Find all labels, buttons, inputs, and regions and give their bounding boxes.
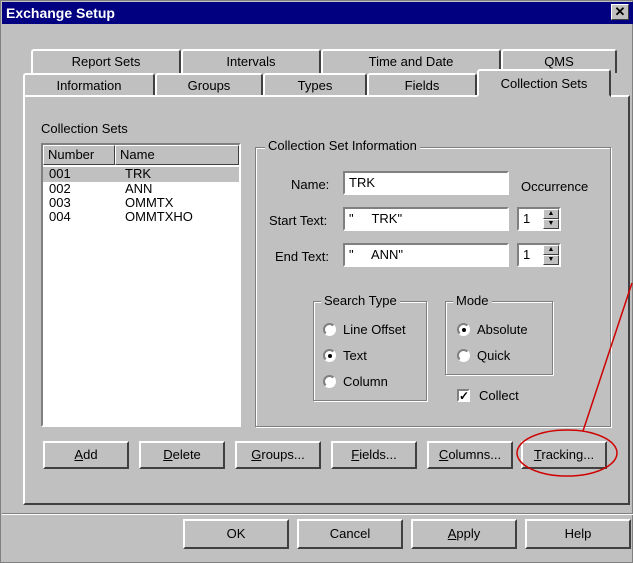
exchange-setup-window: Exchange Setup ✕ Report Sets Intervals T… xyxy=(0,0,633,563)
search-type-title: Search Type xyxy=(321,294,400,308)
row-number: 004 xyxy=(49,209,71,224)
add-label: dd xyxy=(83,447,98,462)
row-number: 003 xyxy=(49,195,71,210)
fields-button[interactable]: Fields... xyxy=(331,441,417,469)
start-text-field[interactable]: " TRK" xyxy=(343,207,509,231)
groups-label: roups... xyxy=(261,447,305,462)
end-text-field[interactable]: " ANN" xyxy=(343,243,509,267)
fields-mnemonic: F xyxy=(351,447,360,462)
close-icon[interactable]: ✕ xyxy=(611,4,629,20)
delete-button[interactable]: Delete xyxy=(139,441,225,469)
radio-quick[interactable] xyxy=(457,349,470,362)
cancel-button[interactable]: Cancel xyxy=(297,519,403,549)
absolute-label: Absolute xyxy=(477,322,528,337)
row-name: TRK xyxy=(125,166,151,181)
fields-label: ields... xyxy=(359,447,397,462)
delete-mnemonic: D xyxy=(163,447,173,462)
mode-title: Mode xyxy=(453,294,492,308)
row-name: ANN xyxy=(125,181,153,196)
radio-column[interactable] xyxy=(323,375,336,388)
row-number: 002 xyxy=(49,181,71,196)
spin-up-icon[interactable]: ▲ xyxy=(543,245,559,255)
collection-sets-panel: Collection Sets Number Name 001 TRK 002 … xyxy=(23,95,630,505)
delete-label: elete xyxy=(172,447,201,462)
groups-button[interactable]: Groups... xyxy=(235,441,321,469)
list-row[interactable]: 004 OMMTXHO xyxy=(43,210,239,225)
text-label: Text xyxy=(343,348,367,363)
tracking-label: racking... xyxy=(541,447,595,462)
collection-sets-list[interactable]: Number Name 001 TRK 002 ANN 003 OMMTX 00… xyxy=(41,143,241,427)
tab-types[interactable]: Types xyxy=(263,73,367,97)
spin-down-icon[interactable]: ▼ xyxy=(543,255,559,265)
list-row[interactable]: 001 TRK xyxy=(43,167,239,182)
column-header-name[interactable]: Name xyxy=(115,145,239,165)
radio-line-offset[interactable] xyxy=(323,323,336,336)
columns-button[interactable]: Columns... xyxy=(427,441,513,469)
apply-label: pply xyxy=(456,526,481,541)
row-name: OMMTX xyxy=(125,195,174,210)
tab-collection-sets[interactable]: Collection Sets xyxy=(477,69,611,97)
quick-label: Quick xyxy=(477,348,511,363)
row-name: OMMTXHO xyxy=(125,209,193,224)
start-occurrence-value: 1 xyxy=(523,211,531,226)
tracking-button[interactable]: Tracking... xyxy=(521,441,607,469)
add-button[interactable]: Add xyxy=(43,441,129,469)
apply-button[interactable]: Apply xyxy=(411,519,517,549)
window-title: Exchange Setup xyxy=(6,5,115,21)
collect-label: Collect xyxy=(479,388,519,403)
columns-mnemonic: C xyxy=(438,447,449,462)
end-occurrence-value: 1 xyxy=(523,247,531,262)
columns-label: olumns... xyxy=(448,447,502,462)
help-button[interactable]: Help xyxy=(525,519,631,549)
tab-fields[interactable]: Fields xyxy=(367,73,477,97)
column-header-number[interactable]: Number xyxy=(43,145,115,165)
radio-absolute[interactable] xyxy=(457,323,470,336)
name-label: Name: xyxy=(291,177,330,192)
occurrence-label: Occurrence xyxy=(521,179,589,194)
column-label: Column xyxy=(343,374,388,389)
radio-text[interactable] xyxy=(323,349,336,362)
tab-time-and-date[interactable]: Time and Date xyxy=(321,49,501,73)
end-text-label: End Text: xyxy=(275,249,329,264)
tab-intervals[interactable]: Intervals xyxy=(181,49,321,73)
spin-down-icon[interactable]: ▼ xyxy=(543,219,559,229)
collect-checkbox[interactable]: ✓ xyxy=(457,389,470,402)
spin-up-icon[interactable]: ▲ xyxy=(543,209,559,219)
ok-button[interactable]: OK xyxy=(183,519,289,549)
add-mnemonic: A xyxy=(74,447,84,462)
collection-set-info-title: Collection Set Information xyxy=(265,139,420,153)
end-occurrence-stepper[interactable]: 1 ▲ ▼ xyxy=(517,243,561,267)
mode-group xyxy=(445,301,553,375)
collection-sets-label: Collection Sets xyxy=(41,121,128,136)
tab-report-sets[interactable]: Report Sets xyxy=(31,49,181,73)
tab-groups[interactable]: Groups xyxy=(155,73,263,97)
start-occurrence-stepper[interactable]: 1 ▲ ▼ xyxy=(517,207,561,231)
name-field[interactable]: TRK xyxy=(343,171,509,195)
tab-information[interactable]: Information xyxy=(23,73,155,97)
title-bar: Exchange Setup xyxy=(2,2,633,24)
groups-mnemonic: G xyxy=(251,447,262,462)
start-text-label: Start Text: xyxy=(269,213,328,228)
footer-separator xyxy=(2,513,633,515)
line-offset-label: Line Offset xyxy=(343,322,406,337)
row-number: 001 xyxy=(49,166,71,181)
